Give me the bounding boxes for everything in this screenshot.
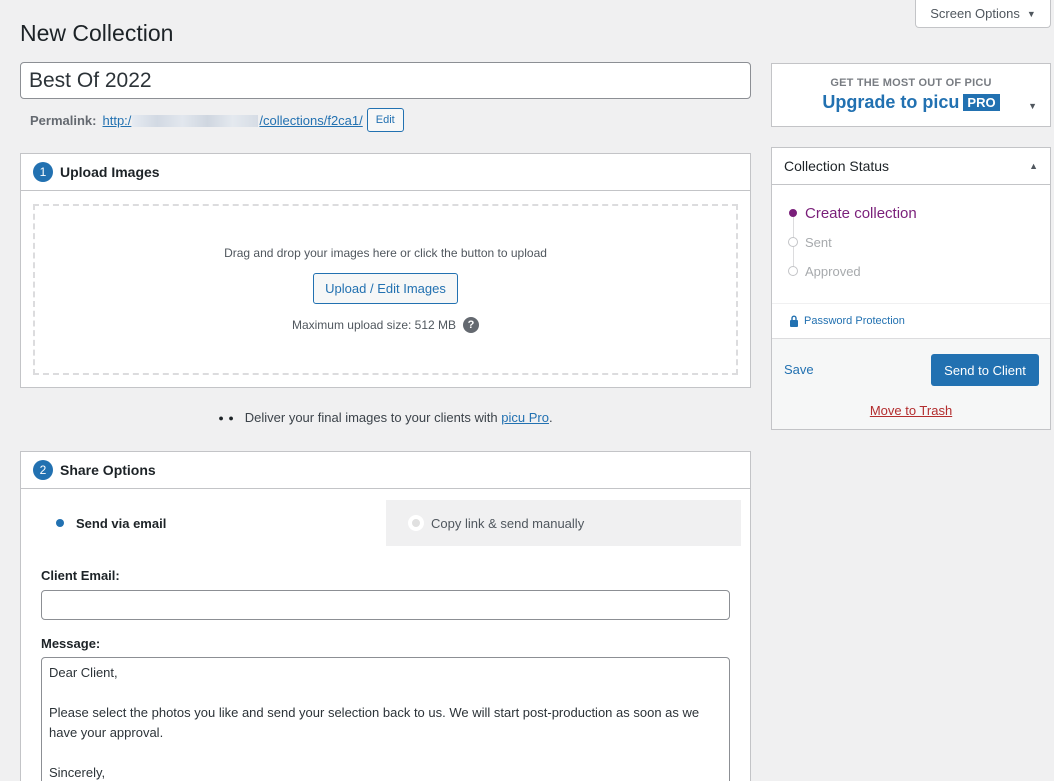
collection-status-panel: Collection Status ▲ Create collection Se…	[771, 147, 1051, 430]
save-button[interactable]: Save	[784, 362, 814, 377]
permalink-row: Permalink: http:/ /collections/f2ca1/ Edi…	[30, 108, 404, 132]
permalink-link[interactable]: http:/ /collections/f2ca1/	[102, 113, 362, 128]
move-to-trash-link[interactable]: Move to Trash	[772, 403, 1050, 418]
send-to-client-button[interactable]: Send to Client	[931, 354, 1039, 386]
status-actions: Save Send to Client Move to Trash	[772, 338, 1050, 429]
max-upload-size: Maximum upload size: 512 MB ?	[35, 317, 736, 333]
upgrade-box[interactable]: GET THE MOST OUT OF PICU Upgrade to picu…	[771, 63, 1051, 127]
pro-badge: PRO	[963, 94, 1000, 111]
share-heading: Share Options	[60, 462, 156, 478]
message-textarea[interactable]: Dear Client, Please select the photos yo…	[41, 657, 730, 781]
permalink-prefix: http:/	[102, 112, 132, 128]
step-label: Approved	[805, 263, 861, 279]
active-dot-icon	[56, 519, 64, 527]
radio-icon	[408, 515, 424, 531]
lock-icon	[790, 315, 798, 327]
upgrade-tagline: GET THE MOST OUT OF PICU	[830, 77, 992, 89]
step-label: Create collection	[805, 204, 917, 222]
client-email-input[interactable]	[41, 590, 730, 620]
collection-title-value: Best Of 2022	[29, 68, 152, 92]
client-email-label: Client Email:	[41, 568, 120, 583]
upgrade-title: Upgrade to picu PRO	[772, 92, 1050, 113]
step-bullet-icon	[788, 237, 798, 247]
caret-up-icon[interactable]: ▲	[1029, 161, 1038, 171]
share-panel-header: 2 Share Options	[21, 452, 750, 489]
step-number-badge: 1	[33, 162, 53, 182]
password-protection-link[interactable]: Password Protection	[772, 303, 1050, 338]
step-bullet-icon	[789, 209, 797, 217]
status-step-approved: Approved	[788, 263, 917, 279]
share-method-tabs: Send via email Copy link & send manually	[32, 500, 741, 546]
upgrade-title-text: Upgrade to picu	[822, 92, 960, 112]
password-protection-label: Password Protection	[804, 315, 905, 327]
step-label: Sent	[805, 234, 832, 250]
pro-note-suffix: .	[548, 410, 553, 425]
step-number-badge: 2	[33, 460, 53, 480]
message-label: Message:	[41, 636, 101, 651]
eyes-icon: ● ●	[218, 412, 235, 423]
edit-permalink-button[interactable]: Edit	[366, 108, 404, 132]
collection-title-input[interactable]: Best Of 2022	[20, 62, 751, 99]
dropzone-instructions: Drag and drop your images here or click …	[224, 246, 547, 260]
screen-options-button[interactable]: Screen Options ▼	[915, 0, 1051, 28]
upload-edit-images-button[interactable]: Upload / Edit Images	[313, 273, 458, 304]
picu-pro-link[interactable]: picu Pro	[501, 410, 549, 425]
permalink-suffix: /collections/f2ca1/	[259, 112, 363, 128]
help-icon[interactable]: ?	[463, 317, 480, 333]
status-heading: Collection Status	[784, 158, 890, 174]
status-step-create: Create collection	[788, 204, 917, 222]
step-bullet-icon	[788, 266, 798, 276]
status-steps: Create collection Sent Approved	[788, 204, 917, 293]
upload-images-panel: 1 Upload Images Drag and drop your image…	[20, 153, 751, 388]
status-step-sent: Sent	[788, 234, 917, 250]
status-panel-header[interactable]: Collection Status ▲	[772, 148, 1050, 185]
page-title: New Collection	[20, 20, 174, 46]
pro-upsell-note: ● ● Deliver your final images to your cl…	[20, 410, 751, 425]
max-upload-size-text: Maximum upload size: 512 MB	[291, 318, 457, 332]
pro-note-text: Deliver your final images to your client…	[244, 410, 498, 425]
caret-down-icon: ▼	[1026, 8, 1036, 19]
tab-send-via-email[interactable]: Send via email	[32, 500, 386, 546]
upload-heading: Upload Images	[60, 164, 160, 180]
permalink-label: Permalink:	[30, 112, 97, 128]
upload-panel-header: 1 Upload Images	[21, 154, 750, 191]
tab-label: Send via email	[76, 515, 167, 531]
tab-copy-link[interactable]: Copy link & send manually	[386, 500, 740, 546]
tab-label: Copy link & send manually	[431, 515, 585, 531]
screen-options-label: Screen Options	[930, 6, 1020, 21]
upload-dropzone[interactable]: Drag and drop your images here or click …	[33, 204, 738, 375]
caret-down-icon[interactable]: ▼	[1028, 101, 1037, 111]
permalink-redacted	[132, 115, 259, 128]
share-options-panel: 2 Share Options Send via email Copy link…	[20, 451, 751, 781]
